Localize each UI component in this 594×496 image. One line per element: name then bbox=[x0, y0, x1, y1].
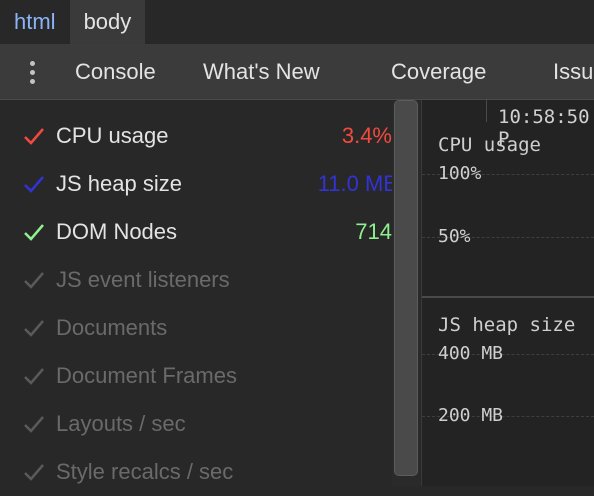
drawer-tab-bar: Console What's New Coverage Issu bbox=[0, 45, 594, 100]
y-tick-label: 50% bbox=[438, 226, 471, 247]
checkmark-icon[interactable] bbox=[22, 412, 46, 436]
metric-label: Document Frames bbox=[56, 363, 237, 388]
chart-title-js-heap-size: JS heap size bbox=[438, 314, 576, 336]
metric-label: CPU usage bbox=[56, 123, 169, 148]
breadcrumb-item-html[interactable]: html bbox=[0, 0, 70, 44]
checkmark-icon[interactable] bbox=[22, 172, 46, 196]
checkmark-icon[interactable] bbox=[22, 364, 46, 388]
metric-document-frames[interactable]: Document Frames bbox=[0, 352, 392, 400]
metric-documents[interactable]: Documents bbox=[0, 304, 392, 352]
tab-console[interactable]: Console bbox=[75, 59, 156, 85]
checkmark-icon[interactable] bbox=[22, 316, 46, 340]
metric-label: Layouts / sec bbox=[56, 411, 186, 436]
breadcrumb: html body bbox=[0, 0, 594, 45]
performance-charts bbox=[421, 100, 594, 486]
checkmark-icon[interactable] bbox=[22, 460, 46, 484]
checkmark-icon[interactable] bbox=[22, 124, 46, 148]
metric-js-heap-size[interactable]: JS heap size 11.0 MB bbox=[0, 160, 398, 208]
metric-layouts-per-sec[interactable]: Layouts / sec bbox=[0, 400, 392, 448]
metric-value: 3.4% bbox=[341, 123, 392, 148]
metric-label: DOM Nodes bbox=[56, 219, 178, 244]
metric-label: JS event listeners bbox=[56, 267, 230, 292]
scrollbar-thumb[interactable] bbox=[394, 100, 418, 476]
metric-dom-nodes[interactable]: DOM Nodes 714 bbox=[0, 208, 392, 256]
metric-label: Documents bbox=[56, 315, 168, 340]
metric-value: 714 bbox=[355, 219, 392, 244]
metric-style-recalcs-per-sec[interactable]: Style recalcs / sec bbox=[0, 448, 392, 496]
kebab-menu-icon bbox=[29, 60, 35, 84]
metric-label: JS heap size bbox=[56, 171, 182, 196]
breadcrumb-item-body[interactable]: body bbox=[69, 0, 146, 44]
time-tick bbox=[486, 100, 487, 122]
tab-whats-new[interactable]: What's New bbox=[203, 59, 320, 85]
metric-cpu-usage[interactable]: CPU usage 3.4% bbox=[0, 112, 392, 160]
checkmark-icon[interactable] bbox=[22, 220, 46, 244]
y-tick-label: 100% bbox=[438, 163, 482, 184]
chart-divider bbox=[422, 296, 594, 298]
chart-title-cpu-usage: CPU usage bbox=[438, 134, 541, 156]
tab-issues[interactable]: Issu bbox=[553, 59, 593, 85]
more-options-button[interactable] bbox=[0, 45, 64, 99]
tab-coverage[interactable]: Coverage bbox=[391, 59, 486, 85]
y-tick-label: 200 MB bbox=[438, 405, 504, 426]
y-tick-label: 400 MB bbox=[438, 343, 504, 364]
metric-js-event-listeners[interactable]: JS event listeners bbox=[0, 256, 392, 304]
metric-label: Style recalcs / sec bbox=[56, 459, 234, 484]
checkmark-icon[interactable] bbox=[22, 268, 46, 292]
metric-value: 11.0 MB bbox=[317, 171, 398, 196]
metrics-list: CPU usage 3.4% JS heap size 11.0 MB DOM … bbox=[0, 100, 398, 486]
